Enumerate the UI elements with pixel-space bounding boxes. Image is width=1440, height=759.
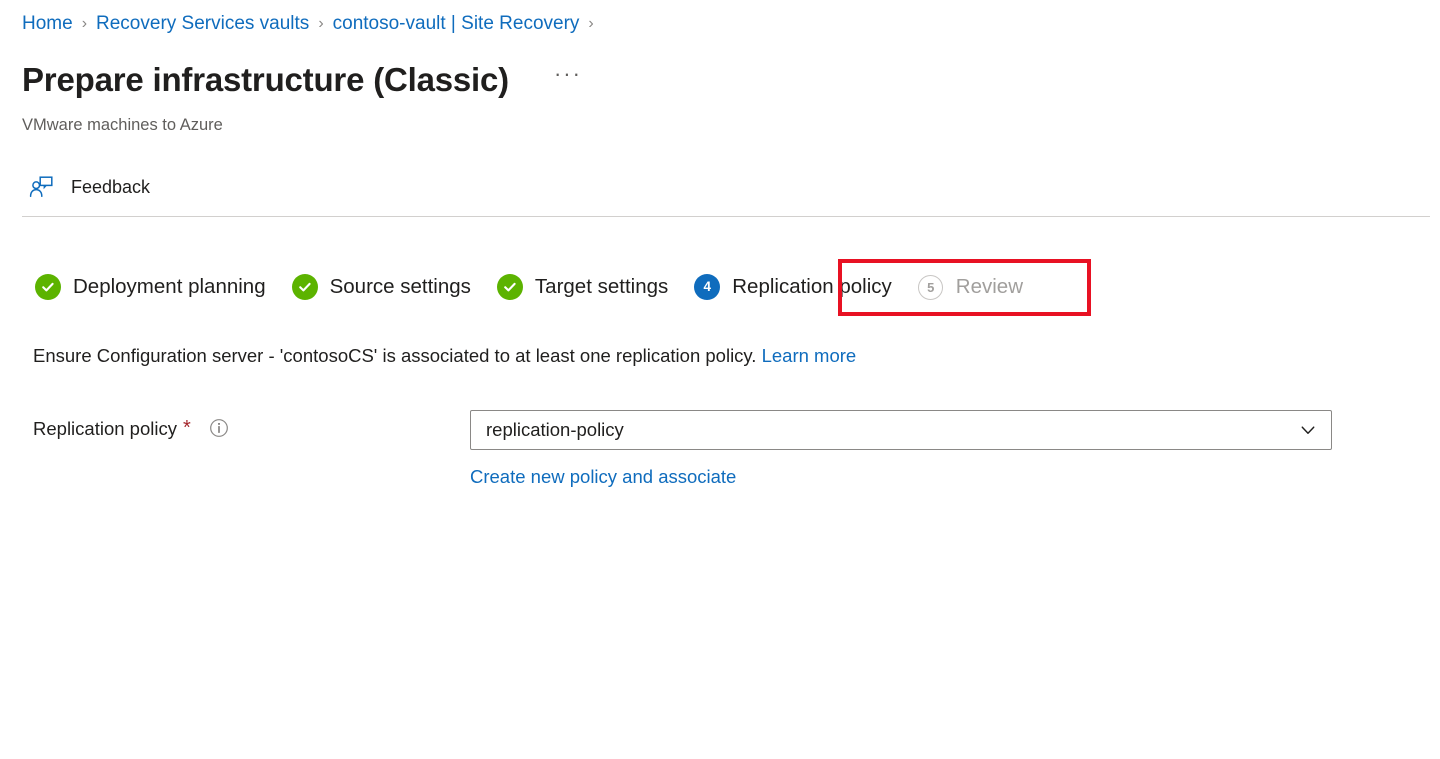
description-text: Ensure Configuration server - 'contosoCS… — [33, 342, 856, 369]
replication-policy-label: Replication policy — [33, 417, 177, 439]
feedback-button[interactable]: Feedback — [22, 166, 160, 208]
replication-policy-control: replication-policy Create new policy and… — [470, 410, 1332, 490]
replication-policy-form-row: Replication policy * replication-policy — [33, 410, 1333, 490]
breadcrumb-separator-icon: › — [318, 15, 324, 32]
wizard-step-label: Replication policy — [732, 275, 892, 298]
step-number-circle-icon: 4 — [694, 274, 721, 300]
azure-portal-blade: Home › Recovery Services vaults › contos… — [0, 0, 1440, 759]
feedback-button-label: Feedback — [71, 177, 151, 197]
wizard-step-review[interactable]: 5 Review — [905, 263, 1036, 311]
create-new-policy-link[interactable]: Create new policy and associate — [470, 464, 736, 490]
replication-policy-dropdown[interactable]: replication-policy — [470, 410, 1332, 450]
check-circle-icon — [496, 274, 523, 300]
description-sentence: Ensure Configuration server - 'contosoCS… — [33, 345, 757, 366]
wizard-step-deployment-planning[interactable]: Deployment planning — [22, 263, 279, 311]
breadcrumb-item-home[interactable]: Home — [22, 10, 73, 38]
breadcrumb-separator-icon: › — [588, 15, 594, 32]
page-subtitle: VMware machines to Azure — [22, 116, 223, 134]
field-label-group: Replication policy * — [33, 410, 470, 446]
wizard-step-replication-policy[interactable]: 4 Replication policy — [681, 263, 905, 311]
wizard-step-source-settings[interactable]: Source settings — [279, 263, 484, 311]
wizard-step-target-settings[interactable]: Target settings — [484, 263, 681, 311]
check-circle-icon — [35, 274, 61, 300]
wizard-step-tabs: Deployment planning Source settings Targ… — [22, 262, 1036, 312]
wizard-step-label: Target settings — [534, 275, 669, 298]
more-options-icon[interactable]: ··· — [553, 63, 583, 95]
replication-policy-dropdown-value: replication-policy — [486, 419, 624, 440]
required-marker: * — [182, 417, 191, 439]
check-circle-icon — [291, 274, 318, 300]
command-bar-divider — [22, 216, 1430, 217]
breadcrumb-item-recovery-services-vaults[interactable]: Recovery Services vaults — [96, 10, 309, 38]
breadcrumb: Home › Recovery Services vaults › contos… — [22, 10, 603, 38]
info-circle-icon[interactable] — [209, 418, 229, 438]
wizard-step-label: Review — [955, 275, 1023, 298]
title-row: Prepare infrastructure (Classic) ··· — [22, 57, 583, 103]
wizard-step-label: Source settings — [329, 275, 471, 298]
wizard-step-label: Deployment planning — [73, 275, 266, 298]
breadcrumb-separator-icon: › — [81, 15, 88, 32]
command-bar: Feedback — [22, 166, 160, 208]
chevron-down-icon — [1297, 419, 1319, 441]
breadcrumb-item-contoso-vault-site-recovery[interactable]: contoso-vault | Site Recovery — [333, 10, 580, 38]
step-number: 5 — [918, 274, 944, 300]
learn-more-link[interactable]: Learn more — [762, 345, 857, 366]
step-number: 4 — [694, 274, 721, 300]
page-title: Prepare infrastructure (Classic) — [22, 61, 509, 98]
feedback-person-comment-icon — [26, 172, 56, 202]
step-number-circle-icon: 5 — [918, 274, 944, 300]
